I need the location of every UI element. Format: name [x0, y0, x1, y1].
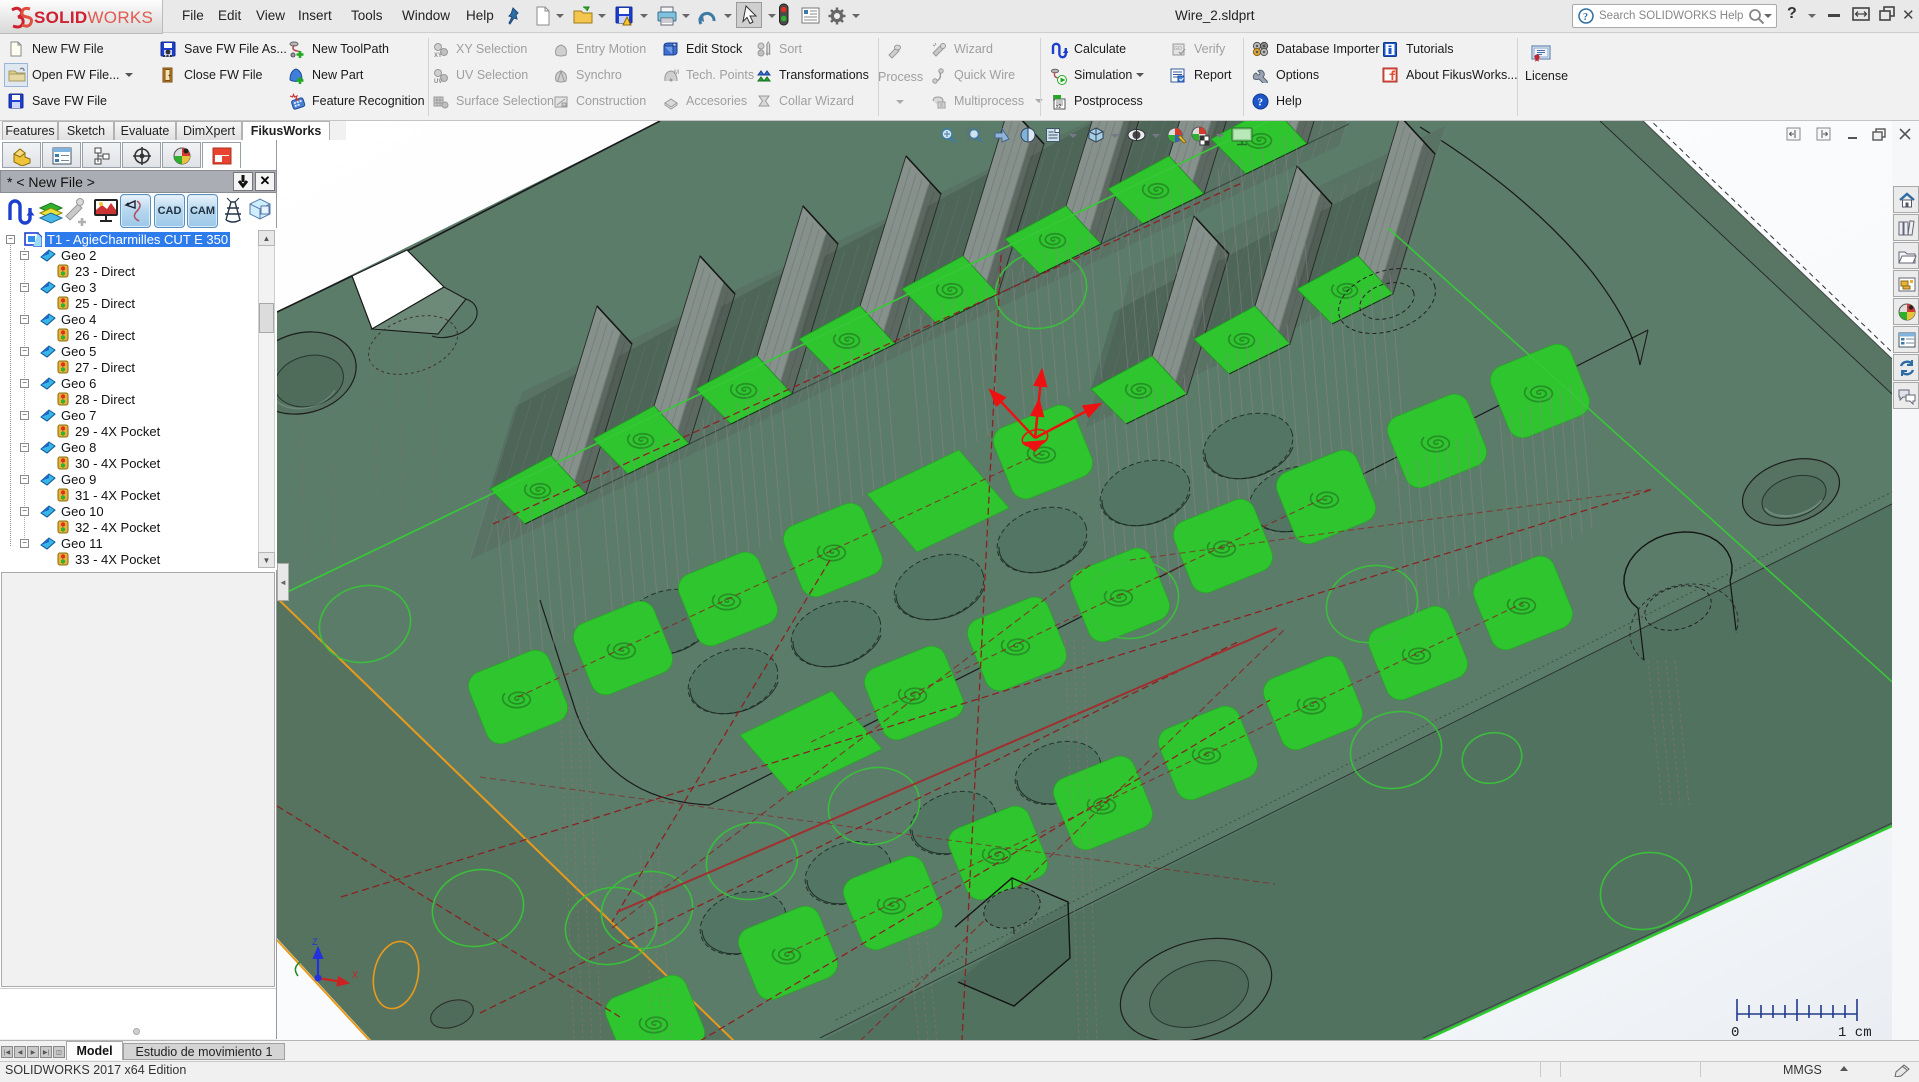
svg-text:XY: XY	[434, 53, 442, 59]
svg-text:X: X	[352, 970, 358, 980]
svg-text:1 cm: 1 cm	[1838, 1025, 1872, 1040]
svg-text:GO: GO	[1174, 46, 1182, 52]
svg-text:?: ?	[1258, 97, 1264, 109]
svg-text:Z: Z	[312, 937, 318, 947]
svg-text:UV: UV	[434, 79, 442, 85]
svg-text:0: 0	[1731, 1025, 1739, 1040]
svg-text:x2: x2	[1056, 104, 1062, 110]
svg-text:M: M	[674, 70, 679, 76]
svg-text:?: ?	[1583, 12, 1588, 23]
